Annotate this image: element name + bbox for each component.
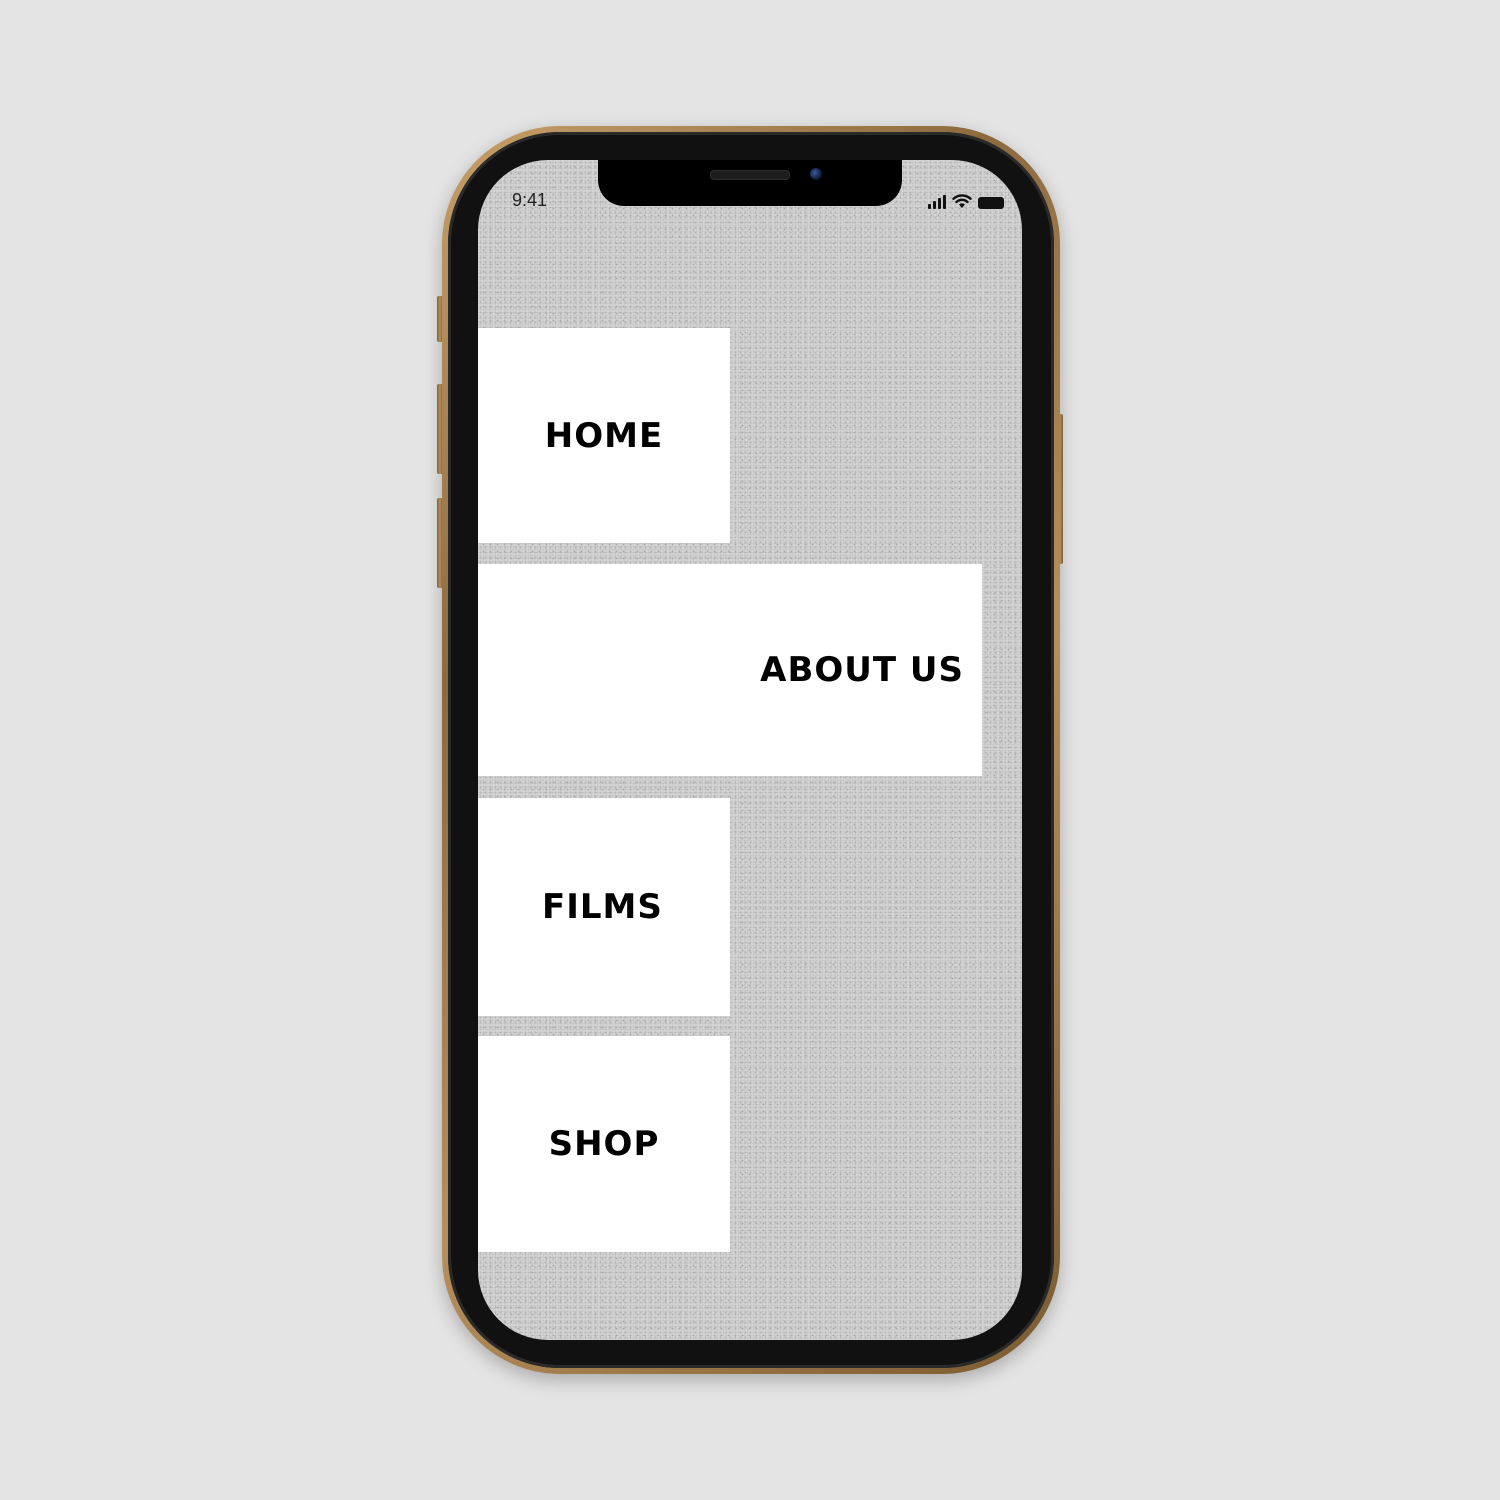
menu-item-home-label: HOME [544,415,664,456]
status-icons [928,194,1004,209]
menu-item-films[interactable]: FILMS [478,798,730,1016]
battery-icon [978,197,1004,209]
menu-item-films-label: FILMS [542,887,663,927]
status-time: 9:41 [512,190,548,210]
menu-item-shop-label: SHOP [548,1124,660,1164]
menu-item-about-us[interactable]: ABOUT US [478,564,982,776]
notch [598,160,902,206]
speaker-grille [710,170,790,180]
menu-item-about-us-label: ABOUT US [760,650,964,690]
menu-item-home[interactable]: HOME [478,328,730,543]
front-camera [810,168,822,180]
menu-item-shop[interactable]: SHOP [478,1036,730,1252]
signal-icon [928,195,946,209]
wifi-icon [952,194,972,208]
phone-screen: 9:41 HOME ABOUT US FILMS SHOP [478,160,1022,1340]
mockup-stage: 9:41 HOME ABOUT US FILMS SHOP [0,0,1500,1500]
